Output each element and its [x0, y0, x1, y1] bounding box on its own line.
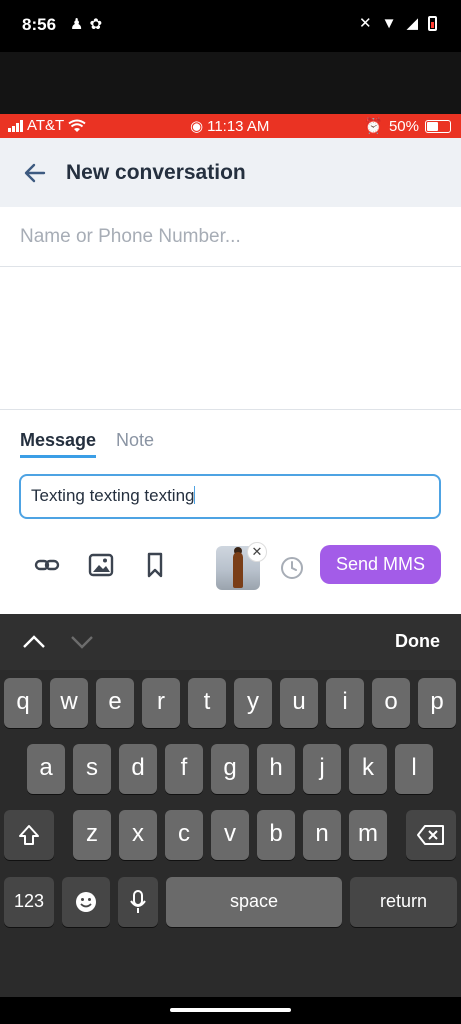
battery-icon — [425, 119, 451, 133]
ios-status-bar: AT&T ◉ 11:13 AM ⏰ 50% — [0, 114, 461, 138]
key[interactable]: a — [27, 744, 65, 794]
home-indicator[interactable] — [170, 1008, 291, 1012]
conversation-screen: New conversation Message Note Texting te… — [0, 138, 461, 614]
home-indicator-area — [0, 997, 461, 1024]
key[interactable]: i — [326, 678, 364, 728]
key[interactable]: s — [73, 744, 111, 794]
compose-tabs: Message Note — [0, 410, 461, 458]
ios-clock-group: ◉ 11:13 AM — [190, 117, 270, 136]
app-notification-icon: ✿ — [89, 16, 109, 33]
chevron-up-icon[interactable] — [20, 628, 48, 656]
return-key[interactable]: return — [350, 877, 457, 927]
remove-attachment-icon[interactable]: ✕ — [247, 542, 267, 562]
wifi-icon: ▼ — [381, 14, 397, 32]
key[interactable]: j — [303, 744, 341, 794]
shift-key[interactable] — [4, 810, 54, 860]
emoji-key[interactable] — [62, 877, 110, 927]
text-caret — [194, 486, 196, 504]
key[interactable]: n — [303, 810, 341, 860]
clock-icon[interactable] — [280, 556, 304, 580]
recipient-input[interactable] — [20, 225, 420, 248]
battery-group: ⏰ 50% — [364, 117, 451, 135]
chevron-down-icon[interactable] — [68, 628, 96, 656]
ios-clock: 11:13 AM — [207, 117, 270, 135]
message-thread-area — [0, 267, 461, 410]
microphone-icon — [130, 890, 146, 913]
recipient-row — [0, 207, 461, 267]
signal-bars-icon — [8, 119, 23, 132]
notification-icons: ♟✿ — [70, 15, 108, 33]
key[interactable]: t — [188, 678, 226, 728]
carrier-label: AT&T — [27, 117, 65, 134]
message-text: Texting texting texting — [31, 486, 195, 505]
keyboard: Done q w e r t y u i o p a s d f g h j k… — [0, 614, 461, 997]
system-icons: ✕ ▼ ◢ — [359, 14, 437, 32]
back-arrow-icon[interactable] — [22, 160, 48, 186]
done-button[interactable]: Done — [395, 631, 440, 652]
battery-percent: 50% — [388, 117, 419, 135]
battery-icon — [428, 15, 437, 31]
key[interactable]: w — [50, 678, 88, 728]
key[interactable]: o — [372, 678, 410, 728]
carrier-group: AT&T — [8, 117, 86, 134]
bookmark-icon[interactable] — [140, 550, 170, 580]
wifi-icon — [68, 119, 86, 132]
key[interactable]: f — [165, 744, 203, 794]
key[interactable]: l — [395, 744, 433, 794]
location-icon: ◉ — [190, 118, 204, 135]
app-header: New conversation — [0, 138, 461, 207]
key[interactable]: p — [418, 678, 456, 728]
key[interactable]: z — [73, 810, 111, 860]
key[interactable]: d — [119, 744, 157, 794]
cell-signal-icon: ◢ — [406, 15, 418, 32]
photo-person-body — [233, 552, 243, 588]
send-mms-button[interactable]: Send MMS — [320, 545, 441, 584]
key[interactable]: b — [257, 810, 295, 860]
key[interactable]: r — [142, 678, 180, 728]
mute-icon: ✕ — [359, 15, 372, 32]
space-key[interactable]: space — [166, 877, 342, 927]
key[interactable]: k — [349, 744, 387, 794]
message-input[interactable]: Texting texting texting — [19, 474, 441, 519]
person-notification-icon: ♟ — [70, 16, 90, 33]
key[interactable]: u — [280, 678, 318, 728]
backspace-key[interactable] — [406, 810, 456, 860]
key[interactable]: g — [211, 744, 249, 794]
emoji-icon — [76, 892, 96, 912]
keyboard-accessory-bar: Done — [0, 614, 461, 670]
key[interactable]: c — [165, 810, 203, 860]
key[interactable]: x — [119, 810, 157, 860]
key[interactable]: h — [257, 744, 295, 794]
image-icon[interactable] — [86, 550, 116, 580]
android-status-bar: 8:56 ♟✿ ✕ ▼ ◢ — [0, 0, 461, 52]
key[interactable]: y — [234, 678, 272, 728]
key[interactable]: q — [4, 678, 42, 728]
alarm-icon: ⏰ — [364, 118, 383, 135]
shift-icon — [19, 825, 39, 845]
backspace-icon — [417, 825, 444, 845]
tab-note[interactable]: Note — [116, 430, 154, 458]
screen-band — [0, 52, 461, 114]
key[interactable]: e — [96, 678, 134, 728]
compose-toolbar: ✕ Send MMS — [0, 542, 461, 602]
numbers-key[interactable]: 123 — [4, 877, 54, 927]
key[interactable]: v — [211, 810, 249, 860]
key[interactable]: m — [349, 810, 387, 860]
dictation-key[interactable] — [118, 877, 158, 927]
link-icon[interactable] — [32, 550, 62, 580]
tab-message[interactable]: Message — [20, 430, 97, 458]
page-title: New conversation — [66, 160, 246, 184]
android-clock: 8:56 — [22, 15, 57, 34]
